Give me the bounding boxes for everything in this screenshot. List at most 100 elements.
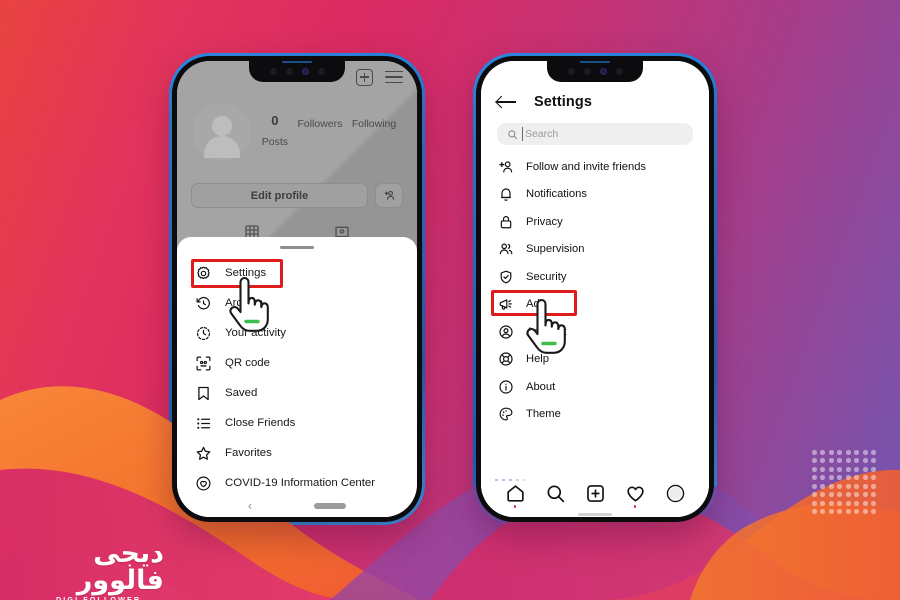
- phone1-screen: 0 Posts Followers Following Edit profile: [177, 61, 417, 517]
- home-icon[interactable]: [505, 483, 526, 508]
- menu-item-saved[interactable]: Saved: [177, 378, 417, 408]
- settings-item-account[interactable]: Account: [481, 318, 709, 346]
- pointing-hand-cursor: [225, 274, 277, 336]
- settings-item-label: Supervision: [526, 243, 585, 256]
- avatar[interactable]: [193, 103, 251, 161]
- edit-profile-button[interactable]: Edit profile: [191, 183, 368, 208]
- shield-check-icon: [498, 269, 514, 285]
- settings-item-about[interactable]: About: [481, 373, 709, 401]
- background-waves: [0, 0, 900, 600]
- camera-dot: [285, 68, 293, 75]
- close-friends-list-icon: [195, 415, 212, 432]
- watermark-farsi-text: دیجی فالوور: [76, 538, 164, 596]
- covid-info-icon: [195, 475, 212, 492]
- menu-item-favorites[interactable]: Favorites: [177, 438, 417, 468]
- settings-item-notifications[interactable]: Notifications: [481, 181, 709, 209]
- stat-posts-label: Posts: [261, 135, 288, 148]
- create-post-icon[interactable]: [585, 483, 606, 504]
- megaphone-icon: [498, 296, 514, 312]
- bookmark-icon: [195, 385, 212, 402]
- add-person-icon: [498, 159, 514, 175]
- profile-counters: 0 Posts Followers Following: [251, 112, 401, 151]
- decorative-dot-grid: [810, 448, 878, 516]
- settings-item-label: Security: [526, 270, 567, 283]
- stat-following-label: Following: [351, 118, 397, 131]
- menu-item-favorites-label: Favorites: [225, 447, 272, 460]
- gear-icon: [195, 265, 212, 282]
- menu-item-close-friends[interactable]: Close Friends: [177, 408, 417, 438]
- profile-avatar-icon[interactable]: [665, 483, 686, 504]
- stat-followers[interactable]: Followers: [297, 112, 342, 151]
- phone2-screen: Settings Search Follow and invite friend…: [481, 61, 709, 517]
- plus-box-icon[interactable]: [356, 68, 373, 86]
- people-icon: [498, 241, 514, 257]
- phone1-notch: [249, 61, 345, 82]
- info-circle-icon: [498, 379, 514, 395]
- back-arrow-icon[interactable]: [497, 95, 516, 109]
- earpiece-speaker: [580, 61, 610, 63]
- settings-item-ads[interactable]: Ads: [481, 291, 709, 319]
- menu-item-your-activity[interactable]: Your activity: [177, 318, 417, 348]
- camera-dot: [583, 68, 591, 75]
- menu-item-archive[interactable]: Archive: [177, 288, 417, 318]
- settings-item-label: Privacy: [526, 215, 563, 228]
- profile-action-row: Edit profile: [177, 161, 417, 208]
- stat-followers-label: Followers: [297, 118, 343, 131]
- camera-lens: [301, 68, 309, 75]
- nav-progress-dots: [495, 479, 526, 481]
- back-chevron-icon[interactable]: ‹: [248, 499, 252, 512]
- instagram-settings-page: Settings Search Follow and invite friend…: [481, 61, 709, 517]
- page-title: Settings: [534, 94, 592, 110]
- camera-lens: [599, 68, 607, 75]
- search-input[interactable]: Search: [497, 123, 693, 145]
- phone-mockup-right: Settings Search Follow and invite friend…: [473, 53, 717, 525]
- settings-item-label: Notifications: [526, 188, 587, 201]
- menu-item-saved-label: Saved: [225, 387, 258, 400]
- star-icon: [195, 445, 212, 462]
- home-pill-indicator[interactable]: [314, 502, 347, 509]
- camera-dot: [269, 68, 277, 75]
- heart-icon[interactable]: [625, 483, 646, 508]
- stat-posts-value: 0: [271, 113, 279, 129]
- account-circle-icon: [498, 324, 514, 340]
- settings-item-label: Follow and invite friends: [526, 160, 647, 173]
- camera-dot: [615, 68, 623, 75]
- phone1-android-navbar: ‹: [177, 494, 417, 517]
- settings-item-security[interactable]: Security: [481, 263, 709, 291]
- archive-clock-icon: [195, 295, 212, 312]
- search-icon[interactable]: [545, 483, 566, 504]
- search-placeholder: Search: [521, 127, 559, 141]
- add-person-icon[interactable]: [375, 183, 403, 208]
- menu-item-covid-info-center-label: COVID-19 Information Center: [225, 477, 376, 490]
- stat-posts: 0 Posts: [262, 112, 288, 151]
- menu-item-settings[interactable]: Settings: [177, 258, 417, 288]
- profile-stats-row: 0 Posts Followers Following: [177, 89, 417, 161]
- home-badge-dot: [513, 504, 517, 508]
- settings-item-supervision[interactable]: Supervision: [481, 236, 709, 264]
- stat-following[interactable]: Following: [352, 112, 396, 151]
- settings-menu-list: Follow and invite friends Notifications: [481, 145, 709, 428]
- instagram-bottom-navbar: [481, 475, 709, 517]
- camera-dot: [567, 68, 575, 75]
- earpiece-speaker: [282, 61, 312, 63]
- menu-item-close-friends-label: Close Friends: [225, 417, 296, 430]
- settings-item-privacy[interactable]: Privacy: [481, 208, 709, 236]
- lock-icon: [498, 214, 514, 230]
- search-icon: [508, 129, 518, 139]
- settings-item-follow-and-invite-friends[interactable]: Follow and invite friends: [481, 153, 709, 181]
- bell-icon: [498, 186, 514, 202]
- menu-item-qr-code[interactable]: QR code: [177, 348, 417, 378]
- settings-item-help[interactable]: Help: [481, 346, 709, 374]
- profile-options-bottom-sheet: Settings Archive: [177, 237, 417, 517]
- sheet-menu-list: Settings Archive: [177, 249, 417, 498]
- profile-tabs: [177, 208, 417, 240]
- phone2-notch: [547, 61, 643, 82]
- settings-item-label: Theme: [526, 408, 561, 421]
- menu-item-qr-code-label: QR code: [225, 357, 270, 370]
- brand-watermark: دیجی فالوور DIGI FOLLOWER: [14, 538, 164, 600]
- hamburger-menu-icon[interactable]: [385, 70, 403, 84]
- activity-clock-icon: [195, 325, 212, 342]
- settings-item-theme[interactable]: Theme: [481, 401, 709, 429]
- pointing-hand-cursor: [522, 296, 574, 358]
- home-pill-indicator[interactable]: [578, 513, 612, 516]
